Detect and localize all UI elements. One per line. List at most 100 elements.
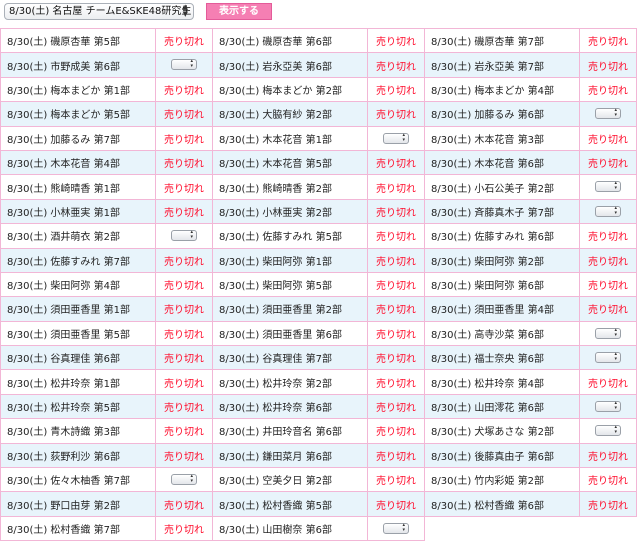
sold-out-label: 売り切れ [376,403,416,415]
slot-label: 8/30(土) 梅本まどか 第5部 [0,101,156,127]
slot-label: 8/30(土) 松村香織 第5部 [212,491,368,517]
slot-status: 売り切れ [367,393,425,420]
slot-status: 売り切れ [579,442,637,469]
sold-out-label: 売り切れ [164,354,204,366]
quantity-select[interactable] [595,205,621,217]
slot-label: 8/30(土) 木本花音 第4部 [0,149,156,176]
sold-out-label: 売り切れ [164,329,204,341]
sold-out-label: 売り切れ [376,183,416,195]
table-row: 8/30(土) 市野成美 第6部8/30(土) 岩永亞美 第6部売り切れ8/30… [0,52,637,78]
slot-label: 8/30(土) 小林亜実 第1部 [0,198,156,225]
quantity-select[interactable] [171,473,197,485]
slot-status: 売り切れ [367,369,425,395]
slot-label: 8/30(土) 木本花音 第6部 [424,149,580,176]
sold-out-label: 売り切れ [376,329,416,341]
slot-label: 8/30(土) 竹内彩姫 第2部 [424,467,580,493]
slot-label: 8/30(土) 岩永亞美 第6部 [212,52,368,78]
quantity-select[interactable] [595,327,621,339]
slot-status [579,418,637,444]
slot-label: 8/30(土) 須田亜香里 第2部 [212,296,368,322]
table-row: 8/30(土) 松井玲奈 第5部 売り切れ 8/30(土) 松井玲奈 第6部 売り切れ… [0,393,637,420]
slot-label: 8/30(土) 高寺沙菜 第6部 [424,320,580,347]
slot-label: 8/30(土) 福士奈央 第6部 [424,345,580,371]
slot-label: 8/30(土) 柴田阿弥 第2部 [424,247,580,273]
slot-status: 売り切れ [367,76,425,103]
sold-out-label: 売り切れ [164,305,204,317]
sold-out-label: 売り切れ [376,110,416,122]
show-button[interactable]: 表示する [206,3,272,20]
sold-out-label: 売り切れ [588,281,628,293]
slot-status: 売り切れ [367,271,425,298]
slot-status: 売り切れ [155,76,213,103]
slot-label: 8/30(土) 熊崎晴香 第1部 [0,174,156,200]
slot-status [579,174,637,200]
slot-label: 8/30(土) 荻野利沙 第6部 [0,442,156,469]
slot-label: 8/30(土) 谷真理佳 第7部 [212,345,368,371]
slot-label: 8/30(土) 山田澪花 第6部 [424,393,580,420]
slot-status: 売り切れ [155,149,213,176]
slot-label: 8/30(土) 佐藤すみれ 第6部 [424,223,580,249]
slot-label: 8/30(土) 野口由芽 第2部 [0,491,156,517]
slot-status [579,345,637,371]
table-row: 8/30(土) 須田亜香里 第5部 売り切れ 8/30(土) 須田亜香里 第6部 売り… [0,320,637,347]
ticket-grid-body: 8/30(土) 磯原杏華 第5部 売り切れ 8/30(土) 磯原杏華 第6部 売り切れ… [0,27,637,542]
slot-label: 8/30(土) 柴田阿弥 第4部 [0,271,156,298]
slot-status: 売り切れ [155,271,213,298]
slot-status [155,52,213,78]
slot-label: 8/30(土) 佐藤すみれ 第7部 [0,247,156,273]
quantity-select[interactable] [595,181,621,193]
slot-status: 売り切れ [155,296,213,322]
table-row: 8/30(土) 松井玲奈 第1部 売り切れ 8/30(土) 松井玲奈 第2部 売り切れ… [0,369,637,395]
slot-status: 売り切れ [155,27,213,54]
slot-status: 売り切れ [367,320,425,347]
slot-status: 売り切れ [155,125,213,151]
sold-out-label: 売り切れ [376,37,416,49]
quantity-select[interactable] [383,132,409,144]
table-row: 8/30(土) 木本花音 第4部 売り切れ 8/30(土) 木本花音 第5部 売り切れ… [0,149,637,176]
table-row: 8/30(土) 酒井萌衣 第2部8/30(土) 佐藤すみれ 第5部売り切れ8/3… [0,223,637,249]
slot-label: 8/30(土) 加藤るみ 第7部 [0,125,156,151]
quantity-select[interactable] [595,108,621,120]
table-row: 8/30(土) 谷真理佳 第6部 売り切れ 8/30(土) 谷真理佳 第7部 売り切れ… [0,345,637,371]
sold-out-label: 売り切れ [376,232,416,244]
slot-label: 8/30(土) 木本花音 第1部 [212,125,368,151]
slot-status: 売り切れ [367,442,425,469]
sold-out-label: 売り切れ [164,159,204,171]
toolbar: 8/30(土) 名古屋 チームE&SKE48研究生 ▲ ▼ 表示する [0,0,640,28]
slot-label: 8/30(土) 小石公美子 第2部 [424,174,580,200]
slot-label: 8/30(土) 柴田阿弥 第5部 [212,271,368,298]
quantity-select[interactable] [595,352,621,364]
table-row: 8/30(土) 梅本まどか 第5部 売り切れ 8/30(土) 大脇有紗 第2部 売り切… [0,101,637,127]
quantity-select[interactable] [595,400,621,412]
slot-label: 8/30(土) 大脇有紗 第2部 [212,101,368,127]
slot-status [367,125,425,151]
slot-status: 売り切れ [155,491,213,517]
slot-label: 8/30(土) 松井玲奈 第5部 [0,393,156,420]
table-row: 8/30(土) 松村香織 第7部 売り切れ 8/30(土) 山田樹奈 第6部 [0,515,637,542]
slot-status: 売り切れ [579,223,637,249]
slot-status [155,223,213,249]
sold-out-label: 売り切れ [588,159,628,171]
event-select[interactable]: 8/30(土) 名古屋 チームE&SKE48研究生 ▲ ▼ [4,3,194,20]
table-row: 8/30(土) 佐々木柚香 第7部8/30(土) 空美夕日 第2部売り切れ8/3… [0,467,637,493]
slot-label: 8/30(土) 空美夕日 第2部 [212,467,368,493]
sold-out-label: 売り切れ [164,256,204,268]
slot-label: 8/30(土) 小林亜実 第2部 [212,198,368,225]
slot-label: 8/30(土) 佐藤すみれ 第5部 [212,223,368,249]
slot-label: 8/30(土) 犬塚あさな 第2部 [424,418,580,444]
sold-out-label: 売り切れ [164,281,204,293]
sold-out-label: 売り切れ [376,305,416,317]
slot-status: 売り切れ [155,393,213,420]
quantity-select[interactable] [171,230,197,242]
quantity-select[interactable] [383,522,409,534]
slot-label: 8/30(土) 梅本まどか 第2部 [212,76,368,103]
table-row: 8/30(土) 柴田阿弥 第4部 売り切れ 8/30(土) 柴田阿弥 第5部 売り切れ… [0,271,637,298]
slot-status: 売り切れ [155,369,213,395]
slot-label: 8/30(土) 松村香織 第6部 [424,491,580,517]
slot-label: 8/30(土) 加藤るみ 第6部 [424,101,580,127]
table-row: 8/30(土) 須田亜香里 第1部 売り切れ 8/30(土) 須田亜香里 第2部 売り… [0,296,637,322]
quantity-select[interactable] [171,59,197,71]
quantity-select[interactable] [595,425,621,437]
sold-out-label: 売り切れ [376,354,416,366]
slot-label: 8/30(土) 岩永亞美 第7部 [424,52,580,78]
